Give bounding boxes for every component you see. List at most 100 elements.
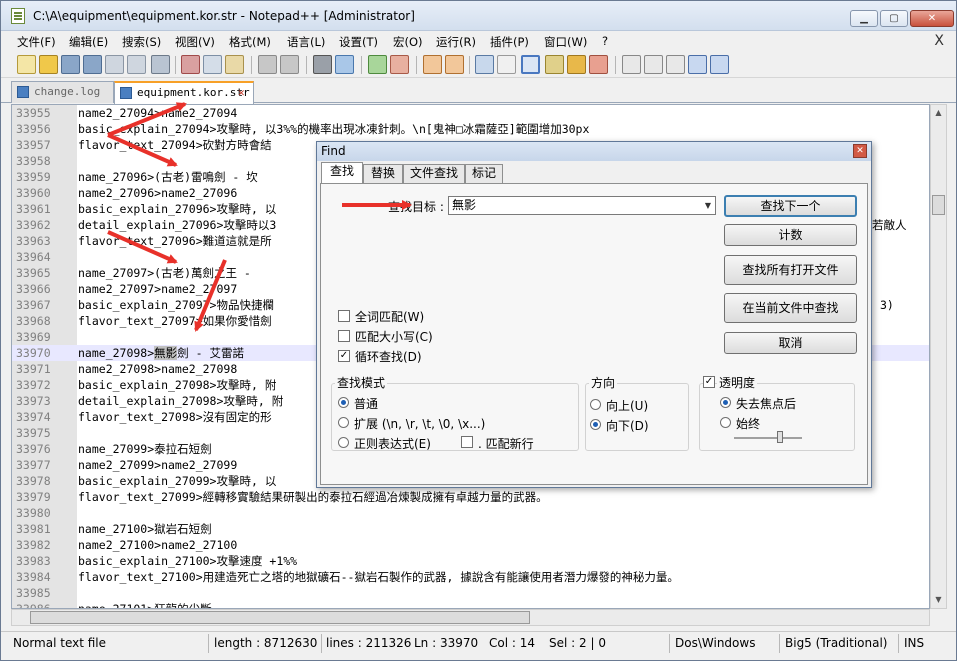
find-all-open-docs-button[interactable]: 查找所有打开文件 bbox=[724, 255, 857, 285]
menu-format[interactable]: 格式(M) bbox=[229, 34, 271, 50]
menu-edit[interactable]: 编辑(E) bbox=[69, 34, 108, 50]
zoom-out-icon[interactable] bbox=[390, 55, 409, 74]
menu-window[interactable]: 窗口(W) bbox=[544, 34, 587, 50]
find-next-button[interactable]: 查找下一个 bbox=[724, 195, 857, 217]
tab-find[interactable]: 查找 bbox=[321, 162, 363, 184]
line-number: 33975 bbox=[16, 426, 51, 440]
dot-matches-newline-checkbox[interactable] bbox=[461, 436, 473, 448]
scroll-down-arrow-icon[interactable]: ▼ bbox=[931, 592, 946, 608]
menu-macro[interactable]: 宏(O) bbox=[393, 34, 423, 50]
minimize-button[interactable]: ▁ bbox=[850, 10, 878, 27]
find-dialog-close-button[interactable]: ✕ bbox=[853, 144, 867, 158]
mode-regex-radio[interactable] bbox=[338, 437, 349, 448]
play-macro-icon[interactable] bbox=[666, 55, 685, 74]
tab-change-log[interactable]: change.log bbox=[11, 81, 114, 103]
maximize-button[interactable]: ▢ bbox=[880, 10, 908, 27]
mode-extended-radio[interactable] bbox=[338, 417, 349, 428]
whole-word-checkbox[interactable] bbox=[338, 310, 350, 322]
find-what-input[interactable]: 無影 ▼ bbox=[448, 196, 716, 215]
record-macro-icon[interactable] bbox=[622, 55, 641, 74]
horizontal-scrollbar[interactable] bbox=[11, 609, 930, 626]
cancel-button[interactable]: 取消 bbox=[724, 332, 857, 354]
menu-run[interactable]: 运行(R) bbox=[436, 34, 476, 50]
stop-macro-icon[interactable] bbox=[644, 55, 663, 74]
menu-plugins[interactable]: 插件(P) bbox=[490, 34, 529, 50]
transparency-checkbox[interactable]: ✓ bbox=[703, 376, 715, 388]
horizontal-scroll-thumb[interactable] bbox=[30, 611, 530, 624]
vertical-scrollbar[interactable]: ▲ ▼ bbox=[930, 104, 947, 609]
close-document-x[interactable]: X bbox=[934, 33, 944, 49]
title-bar[interactable]: C:\A\equipment\equipment.kor.str - Notep… bbox=[1, 1, 956, 31]
find-dialog-title: Find bbox=[321, 144, 346, 158]
tab-close-icon[interactable]: ✕ bbox=[238, 87, 249, 98]
editor-line[interactable]: 33979 flavor_text_27099>經轉移實驗結果研製出的泰拉石經過冶… bbox=[12, 489, 929, 505]
open-file-icon[interactable] bbox=[39, 55, 58, 74]
editor-line[interactable]: 33984 flavor_text_27100>用建造死亡之塔的地獄礦石--獄岩石… bbox=[12, 569, 929, 585]
menu-help[interactable]: ? bbox=[602, 34, 608, 48]
show-all-chars-icon[interactable] bbox=[497, 55, 516, 74]
editor-line[interactable]: 33955 name2_27094>name2_27094 bbox=[12, 105, 929, 121]
replace-icon[interactable] bbox=[335, 55, 354, 74]
count-button[interactable]: 计数 bbox=[724, 224, 857, 246]
find-icon[interactable] bbox=[313, 55, 332, 74]
doc-map-icon[interactable] bbox=[567, 55, 586, 74]
editor-line[interactable]: 33956 basic_explain_27094>攻擊時, 以3%%的機率出現冰… bbox=[12, 121, 929, 137]
close-all-icon[interactable] bbox=[127, 55, 146, 74]
zoom-in-icon[interactable] bbox=[368, 55, 387, 74]
menu-language[interactable]: 语言(L) bbox=[287, 34, 325, 50]
undo-icon[interactable] bbox=[258, 55, 277, 74]
language-icon[interactable] bbox=[545, 55, 564, 74]
vertical-scroll-thumb[interactable] bbox=[932, 195, 945, 215]
new-file-icon[interactable] bbox=[17, 55, 36, 74]
menu-view[interactable]: 视图(V) bbox=[175, 34, 215, 50]
on-lose-focus-radio[interactable] bbox=[720, 397, 731, 408]
indent-guide-icon[interactable] bbox=[521, 55, 540, 74]
editor-line[interactable]: 33980 bbox=[12, 505, 929, 521]
always-radio[interactable] bbox=[720, 417, 731, 428]
line-text-segment: flavor_text_27100>用建造死亡之塔的地獄礦石--獄岩石製作的武器… bbox=[78, 570, 679, 584]
menu-file[interactable]: 文件(F) bbox=[17, 34, 56, 50]
match-case-checkbox[interactable] bbox=[338, 330, 350, 342]
editor-line[interactable]: 33983 basic_explain_27100>攻擊速度 +1%% bbox=[12, 553, 929, 569]
editor-line[interactable]: 33981 name_27100>獄岩石短劍 bbox=[12, 521, 929, 537]
cut-icon[interactable] bbox=[181, 55, 200, 74]
tab-equipment-kor-str[interactable]: equipment.kor.str ✕ bbox=[114, 81, 254, 104]
line-text: name2_27098>name2_27098 bbox=[78, 361, 237, 377]
dropdown-arrow-icon[interactable]: ▼ bbox=[705, 197, 711, 214]
scroll-up-arrow-icon[interactable]: ▲ bbox=[931, 105, 946, 121]
find-all-current-doc-button[interactable]: 在当前文件中查找 bbox=[724, 293, 857, 323]
paste-icon[interactable] bbox=[225, 55, 244, 74]
print-icon[interactable] bbox=[151, 55, 170, 74]
find-dialog-title-bar[interactable]: Find ✕ bbox=[317, 142, 871, 161]
run-macro-multiple-icon[interactable] bbox=[688, 55, 707, 74]
mode-normal-radio[interactable] bbox=[338, 397, 349, 408]
close-button[interactable]: ✕ bbox=[910, 10, 954, 27]
line-number: 33973 bbox=[16, 394, 51, 408]
copy-icon[interactable] bbox=[203, 55, 222, 74]
function-list-icon[interactable] bbox=[589, 55, 608, 74]
direction-down-radio[interactable] bbox=[590, 419, 601, 430]
sync-horizontal-icon[interactable] bbox=[445, 55, 464, 74]
redo-icon[interactable] bbox=[280, 55, 299, 74]
tab-replace[interactable]: 替换 bbox=[363, 164, 403, 183]
save-icon[interactable] bbox=[61, 55, 80, 74]
menu-search[interactable]: 搜索(S) bbox=[122, 34, 161, 50]
transparency-slider-track[interactable] bbox=[734, 437, 802, 439]
search-highlight: 無影 bbox=[154, 346, 178, 360]
file-save-icon bbox=[17, 86, 29, 98]
editor-line[interactable]: 33982 name2_27100>name2_27100 bbox=[12, 537, 929, 553]
sync-vertical-icon[interactable] bbox=[423, 55, 442, 74]
tab-find-in-files[interactable]: 文件查找 bbox=[403, 164, 465, 183]
save-macro-icon[interactable] bbox=[710, 55, 729, 74]
editor-line[interactable]: 33985 bbox=[12, 585, 929, 601]
wrap-around-checkbox[interactable]: ✓ bbox=[338, 350, 350, 362]
save-all-icon[interactable] bbox=[83, 55, 102, 74]
close-file-icon[interactable] bbox=[105, 55, 124, 74]
transparency-slider-thumb[interactable] bbox=[777, 431, 783, 443]
word-wrap-icon[interactable] bbox=[475, 55, 494, 74]
editor-line[interactable]: 33986 name_27101>狂龍的尖斷 bbox=[12, 601, 929, 608]
direction-up-radio[interactable] bbox=[590, 399, 601, 410]
tab-mark[interactable]: 标记 bbox=[465, 164, 503, 183]
menu-settings[interactable]: 设置(T) bbox=[339, 34, 378, 50]
status-length: length : 8712630 bbox=[214, 636, 318, 650]
